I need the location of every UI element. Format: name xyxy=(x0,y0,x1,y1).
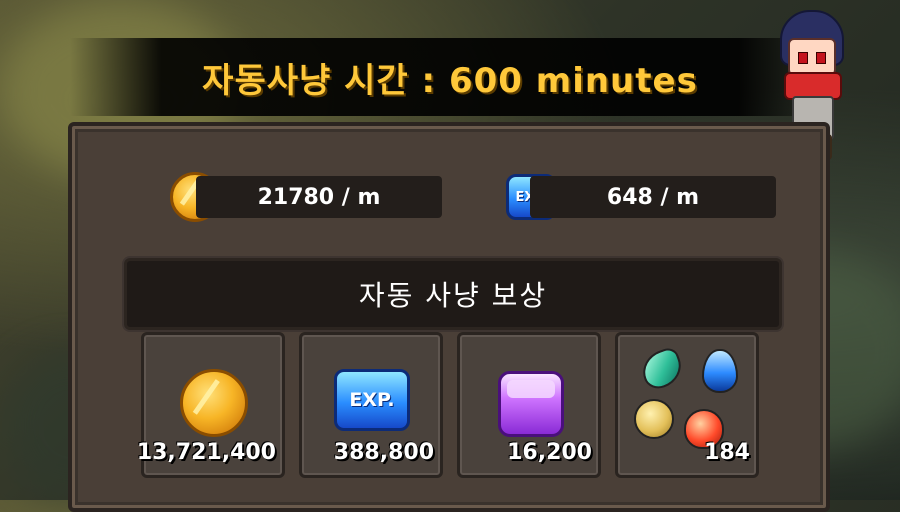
gold-per-minute-value: 21780 / m xyxy=(257,184,381,210)
blue-water-gem-icon xyxy=(702,349,738,393)
gold-earth-gem-icon xyxy=(634,399,674,439)
auto-hunt-reward-header: 자동 사냥 보상 xyxy=(124,258,782,330)
hero-eye-right xyxy=(816,52,826,64)
exp-per-minute-box: 648 / m xyxy=(530,176,776,218)
reward-exp-value: 388,800 xyxy=(333,440,434,465)
hero-eye-left xyxy=(798,52,808,64)
reward-gold-cell[interactable]: 13,721,400 xyxy=(137,332,285,478)
hero-face xyxy=(788,38,836,76)
purple-cube-icon xyxy=(498,371,564,437)
reward-cube-cell[interactable]: 16,200 xyxy=(457,332,601,478)
reward-gold-value: 13,721,400 xyxy=(136,440,276,465)
gold-coin-icon xyxy=(180,369,248,437)
exp-per-minute-value: 648 / m xyxy=(606,184,700,210)
reward-exp-cell[interactable]: EXP. 388,800 xyxy=(299,332,443,478)
reward-gems-value: 184 xyxy=(704,440,750,465)
exp-icon: EXP. xyxy=(334,369,410,431)
auto-hunt-time-banner: 자동사냥 시간 : 600 minutes xyxy=(70,38,830,116)
reward-cube-value: 16,200 xyxy=(507,440,592,465)
auto-hunt-time-title: 자동사냥 시간 : 600 minutes xyxy=(202,60,698,101)
gold-per-minute-box: 21780 / m xyxy=(196,176,442,218)
exp-icon-label: EXP. xyxy=(349,389,395,411)
green-wind-gem-icon xyxy=(637,345,687,393)
reward-gems-cell[interactable]: 184 xyxy=(615,332,759,478)
auto-hunt-reward-title: 자동 사냥 보상 xyxy=(358,279,548,312)
